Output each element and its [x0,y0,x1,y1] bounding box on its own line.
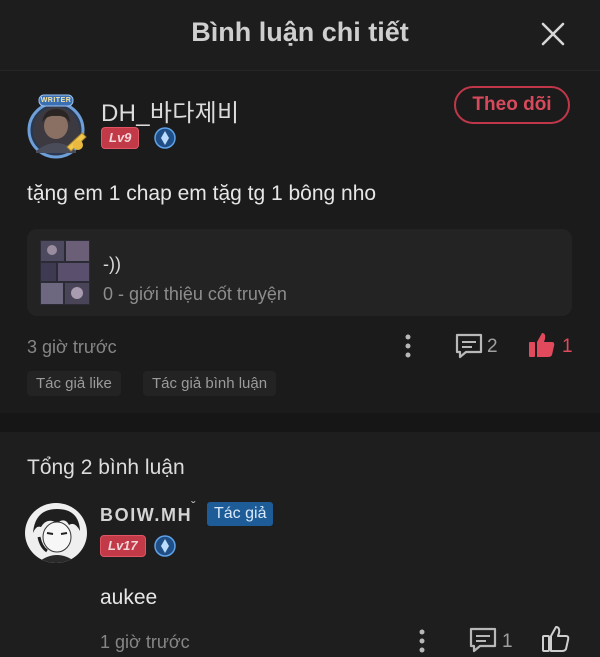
page-title: Bình luận chi tiết [191,17,409,47]
header-bar: Bình luận chi tiết [0,0,600,71]
verified-icon [154,127,176,149]
reply-text: aukee [100,586,158,609]
reply-reply-icon[interactable] [468,626,498,654]
reply-username[interactable]: BOIW.MH [100,505,192,526]
close-icon[interactable] [540,21,566,47]
manga-subtitle: 0 - giới thiệu cốt truyện [103,284,287,304]
username[interactable]: DH_바다제비 [101,93,239,128]
manga-thumbnail [40,240,90,305]
section-divider [0,413,600,432]
avatar-frame-label: WRITER [40,97,72,104]
manga-card[interactable]: -)) 0 - giới thiệu cốt truyện [27,229,572,316]
author-badge: Tác giả [207,502,274,526]
reply-avatar[interactable] [25,503,87,563]
manga-title: -)) [103,254,121,274]
tag-author-liked: Tác giả like [27,371,121,396]
like-icon[interactable] [528,331,556,359]
tag-author-commented: Tác giả bình luận [143,371,277,396]
reply-like-icon[interactable] [541,624,571,654]
reply-level-badge: Lv17 [100,535,146,557]
reply-icon[interactable] [454,332,484,360]
follow-button[interactable]: Theo dõi [454,86,570,124]
timestamp: 3 giờ trước [27,337,117,357]
reply-more-options-icon[interactable] [418,629,426,653]
comment-text: tặng em 1 chap em tặg tg 1 bông nho [27,182,377,205]
caret-icon: ˇ [191,498,196,514]
more-options-icon[interactable] [404,334,412,358]
replies-total: Tổng 2 bình luận [27,456,185,479]
reply-reply-count: 1 [502,631,513,652]
like-count: 1 [562,336,573,357]
level-badge: Lv9 [101,127,140,149]
reply-count: 2 [487,336,498,357]
reply-verified-icon [154,535,176,557]
avatar[interactable]: WRITER [22,93,92,161]
reply-timestamp: 1 giờ trước [100,632,190,652]
